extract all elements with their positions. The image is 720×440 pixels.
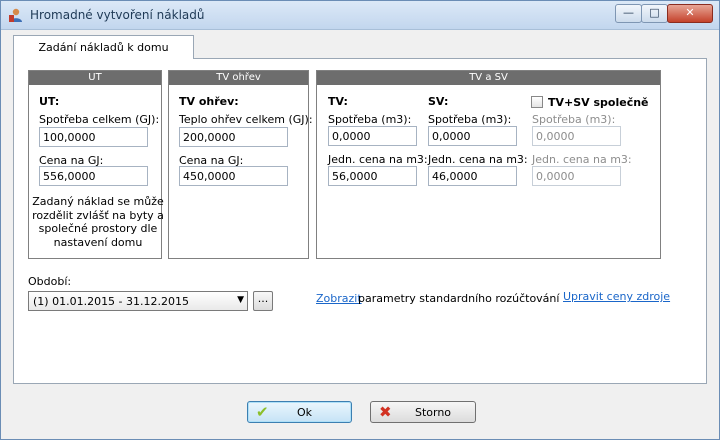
tv-price-input[interactable]: 56,0000	[328, 166, 417, 186]
ut-consumption-input[interactable]: 100,0000	[39, 127, 148, 147]
combined-consumption-input: 0,0000	[532, 126, 621, 146]
ut-title: UT:	[39, 95, 60, 108]
period-select[interactable]: (1) 01.01.2015 - 31.12.2015 ▼	[28, 291, 248, 311]
tv-sv-combined-checkbox[interactable]	[531, 96, 543, 108]
user-icon	[9, 8, 22, 22]
tv-consumption-input[interactable]: 0,0000	[328, 126, 417, 146]
maximize-button[interactable]: □	[641, 4, 668, 23]
tv-heat-input[interactable]: 200,0000	[179, 127, 288, 147]
title-bar: Hromadné vytvoření nákladů — □ ✕	[1, 1, 719, 30]
chevron-down-icon: ▼	[237, 295, 244, 305]
tv-consumption-label: Spotřeba (m3):	[328, 113, 412, 126]
combined-price-input: 0,0000	[532, 166, 621, 186]
period-browse-button[interactable]: ...	[253, 291, 273, 311]
ut-price-input[interactable]: 556,0000	[39, 166, 148, 186]
tv-title: TV:	[328, 95, 348, 108]
cancel-button[interactable]: ✖ Storno	[370, 401, 476, 423]
sv-consumption-input[interactable]: 0,0000	[428, 126, 517, 146]
tab-cost-entry[interactable]: Zadání nákladů k domu	[13, 35, 194, 59]
sv-price-input[interactable]: 46,0000	[428, 166, 517, 186]
tv-price-label: Jedn. cena na m3:	[328, 153, 428, 166]
sv-price-label: Jedn. cena na m3:	[428, 153, 528, 166]
tv-heat-title: TV ohřev:	[179, 95, 239, 108]
ut-group-header: UT	[29, 71, 161, 85]
ok-button[interactable]: ✔ Ok	[247, 401, 352, 423]
show-parameters-text: parametry standardního rozúčtování	[358, 292, 560, 305]
period-selected-value: (1) 01.01.2015 - 31.12.2015	[33, 295, 190, 308]
combined-price-label: Jedn. cena na m3:	[532, 153, 632, 166]
tv-sv-combined-label[interactable]: TV+SV společně	[548, 96, 649, 109]
show-parameters-link[interactable]: Zobrazit	[316, 292, 362, 305]
cancel-button-label: Storno	[414, 406, 452, 419]
ut-consumption-label: Spotřeba celkem (GJ):	[39, 113, 160, 126]
combined-consumption-label: Spotřeba (m3):	[532, 113, 616, 126]
dialog-window: Hromadné vytvoření nákladů — □ ✕ Zadání …	[0, 0, 720, 440]
window-title: Hromadné vytvoření nákladů	[30, 8, 205, 22]
close-button[interactable]: ✕	[667, 4, 713, 23]
sv-title: SV:	[428, 95, 449, 108]
tv-sv-group-header: TV a SV	[317, 71, 660, 85]
edit-prices-link[interactable]: Upravit ceny zdroje	[563, 290, 670, 303]
tv-heat-price-input[interactable]: 450,0000	[179, 166, 288, 186]
tv-heat-group-header: TV ohřev	[169, 71, 308, 85]
minimize-button[interactable]: —	[615, 4, 642, 23]
sv-consumption-label: Spotřeba (m3):	[428, 113, 512, 126]
period-label: Období:	[28, 275, 72, 288]
ok-button-label: Ok	[296, 406, 313, 419]
ut-note: Zadaný náklad se může rozdělit zvlášť na…	[32, 195, 164, 249]
tv-heat-label: Teplo ohřev celkem (GJ):	[179, 113, 313, 126]
